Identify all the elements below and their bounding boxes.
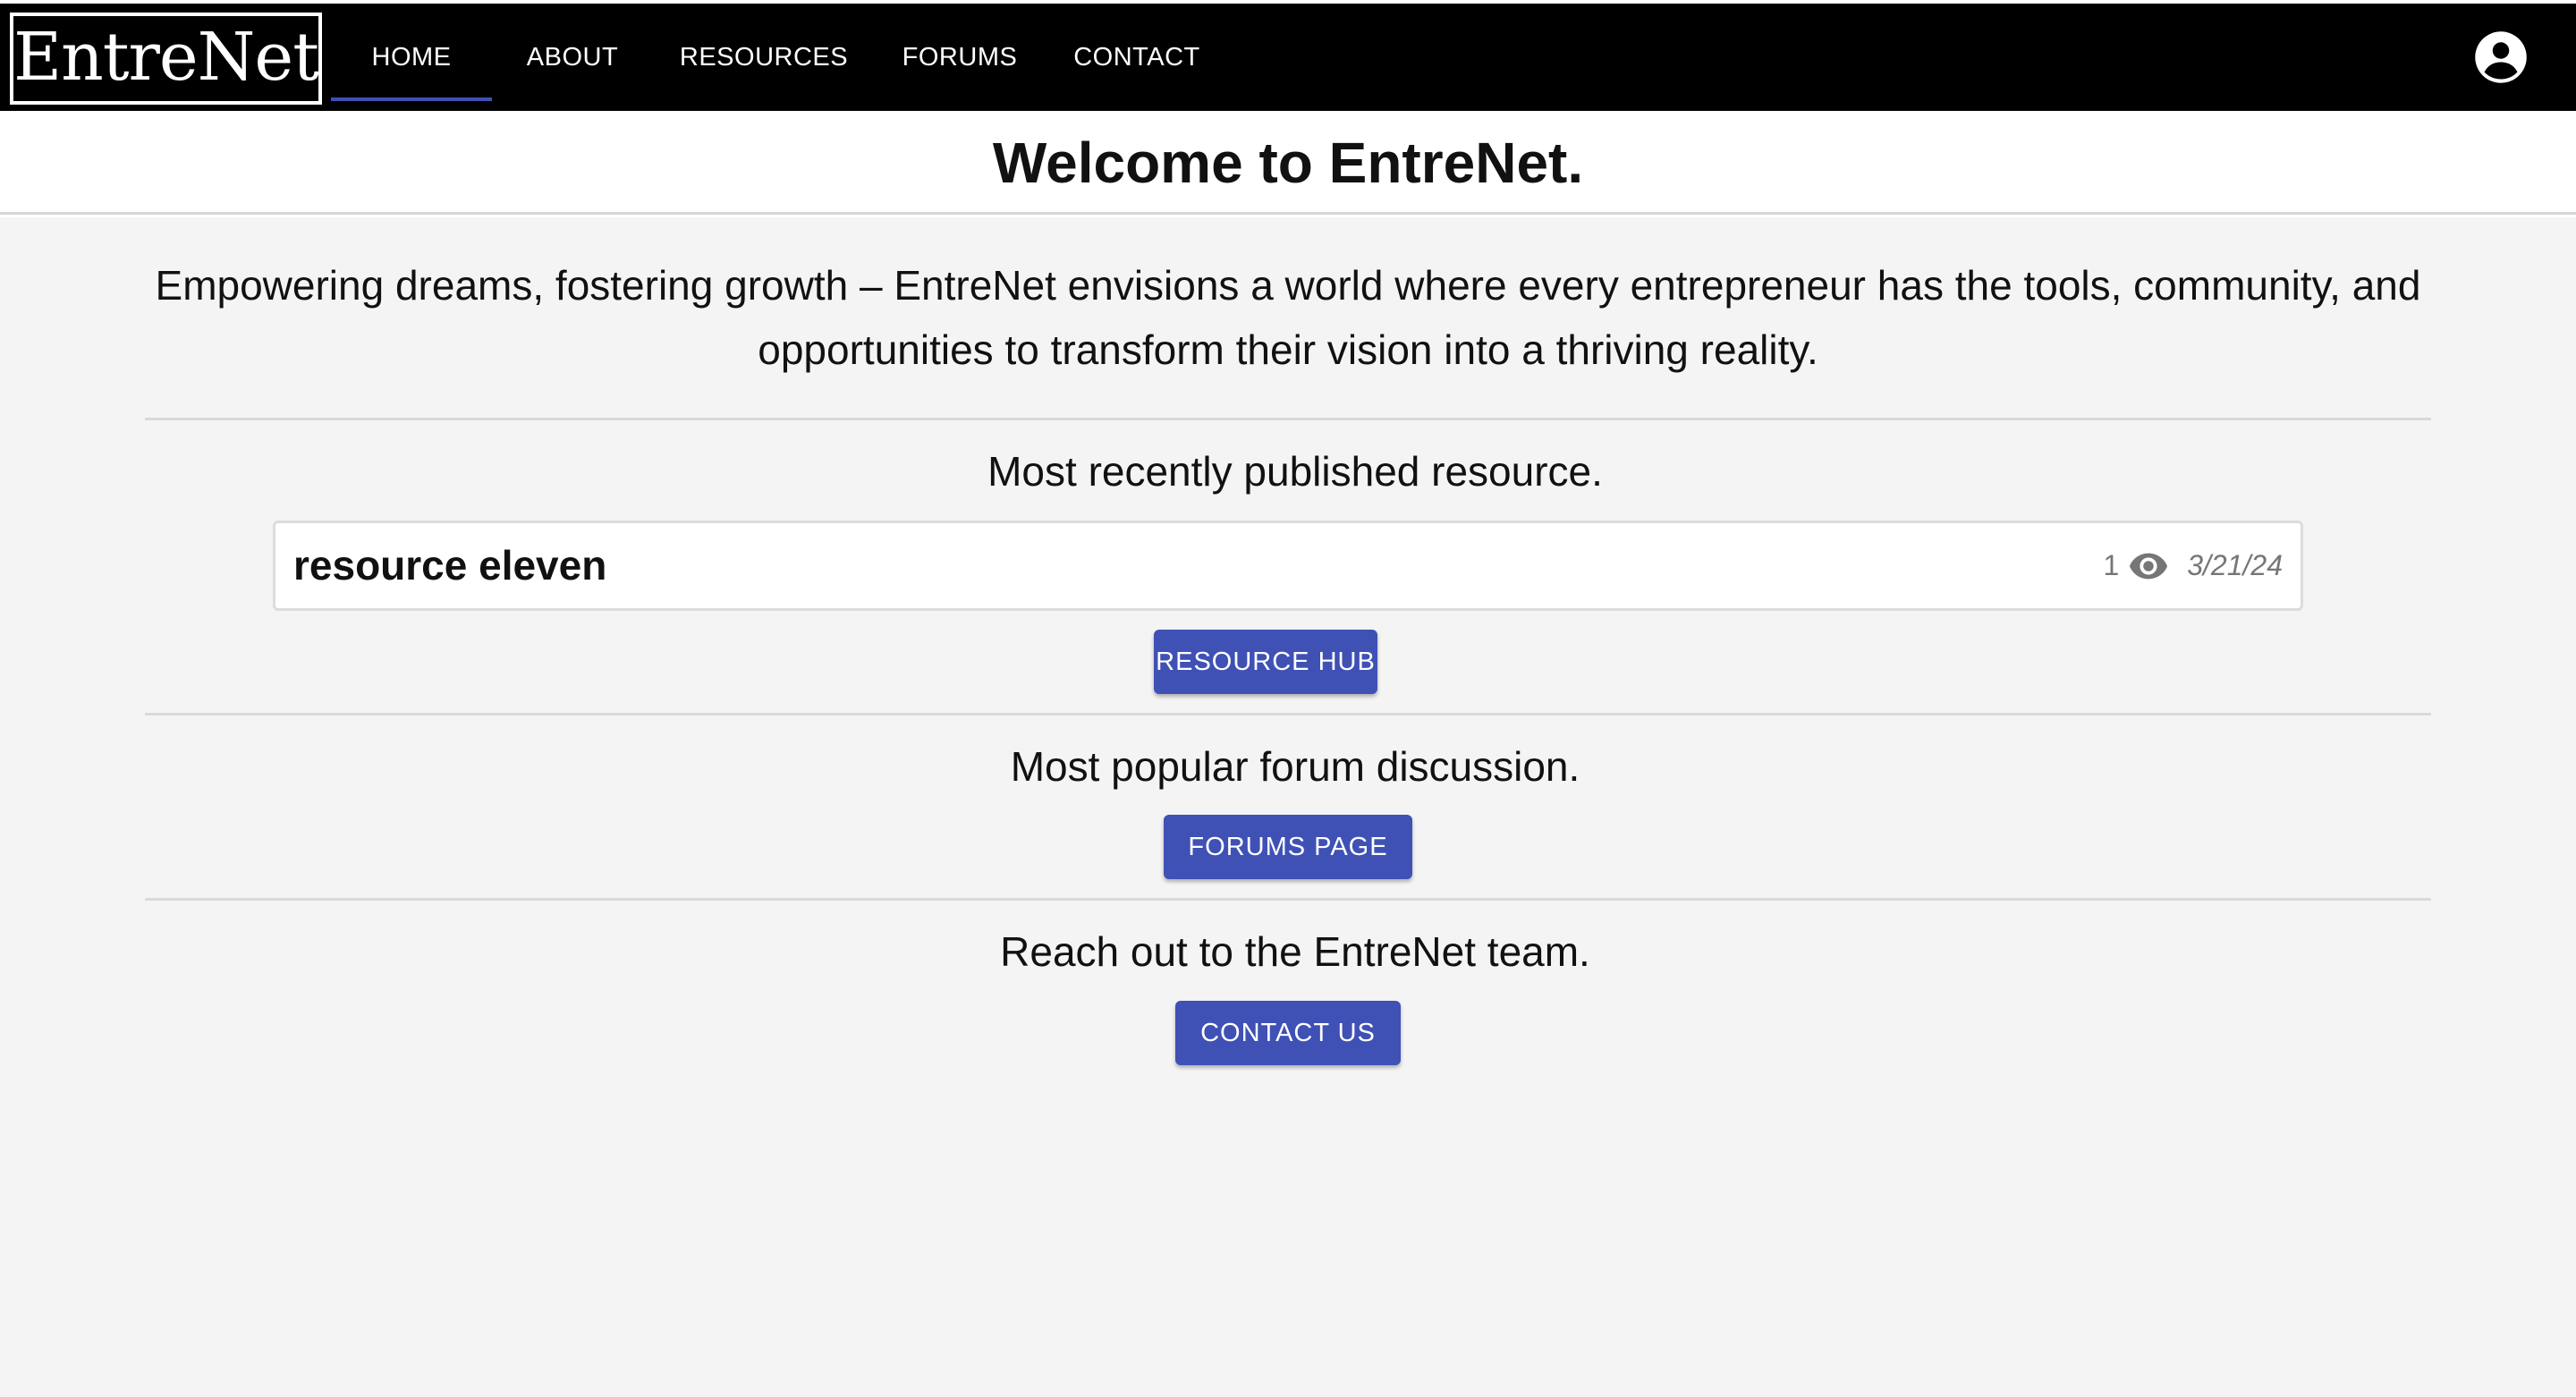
eye-icon <box>2130 553 2168 579</box>
contact-us-button[interactable]: CONTACT US <box>1175 1001 1401 1065</box>
logo[interactable]: EntreNet <box>10 13 322 105</box>
page-title: Welcome to EntreNet. <box>992 131 1584 195</box>
resource-meta: 1 3/21/24 <box>2103 523 2283 608</box>
publish-date: 3/21/24 <box>2187 549 2283 581</box>
top-navigation-bar: EntreNet HOME ABOUT RESOURCES FORUMS CON… <box>0 4 2576 111</box>
view-count: 1 <box>2103 549 2120 581</box>
active-tab-indicator <box>331 97 492 101</box>
mission-statement: Empowering dreams, fostering growth – En… <box>155 262 2421 373</box>
forums-page-button[interactable]: FORUMS PAGE <box>1164 815 1412 879</box>
page-header: Welcome to EntreNet. <box>0 111 2576 215</box>
main-content: Empowering dreams, fostering growth – En… <box>0 217 2576 1397</box>
section-divider <box>145 713 2431 715</box>
recent-resource-heading: Most recently published resource. <box>987 448 1603 495</box>
section-divider <box>145 418 2431 420</box>
contact-heading: Reach out to the EntreNet team. <box>1000 928 1590 975</box>
nav-resources[interactable]: RESOURCES <box>662 4 866 111</box>
recent-resource-card[interactable]: resource eleven 1 3/21/24 <box>273 521 2303 611</box>
resource-hub-button[interactable]: RESOURCE HUB <box>1154 630 1377 694</box>
forum-heading: Most popular forum discussion. <box>1010 743 1580 790</box>
resource-title: resource eleven <box>293 542 607 588</box>
nav-forums[interactable]: FORUMS <box>887 4 1032 111</box>
account-circle-icon[interactable] <box>2474 30 2528 84</box>
nav-contact[interactable]: CONTACT <box>1055 4 1218 111</box>
nav-about[interactable]: ABOUT <box>501 4 644 111</box>
section-divider <box>145 898 2431 901</box>
nav-home[interactable]: HOME <box>331 4 492 111</box>
